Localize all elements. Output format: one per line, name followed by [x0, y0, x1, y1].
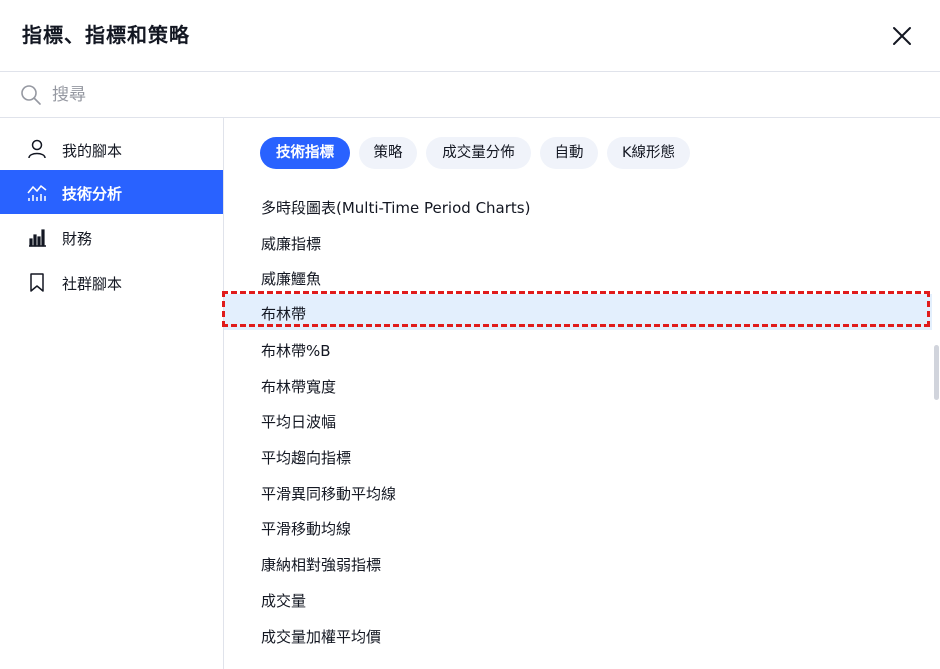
sidebar-item-label: 技術分析 [62, 185, 123, 203]
list-item-label: 成交量加權平均價 [261, 628, 382, 646]
chart-line-icon [27, 184, 47, 201]
list-item-label: 布林帶 [261, 305, 307, 323]
list-item[interactable]: 平滑異同移動平均線 [224, 474, 932, 510]
dialog-header: 指標、指標和策略 [0, 0, 940, 72]
list-item-selected[interactable]: 布林帶 [224, 294, 932, 330]
sidebar-item-my-scripts[interactable]: 我的腳本 [0, 127, 223, 171]
indicators-dialog: 指標、指標和策略 我的腳本 技術分析 [0, 0, 940, 669]
search-input[interactable] [50, 80, 914, 110]
list-item-label: 威廉指標 [261, 235, 322, 253]
sidebar-item-community-scripts[interactable]: 社群腳本 [0, 260, 223, 304]
sidebar-item-label: 財務 [62, 230, 93, 248]
list-item-label: 成交量 [261, 592, 307, 610]
indicator-panel: 技術指標 策略 成交量分佈 自動 K線形態 多時段圖表(Multi-Time P… [224, 118, 940, 669]
dialog-title: 指標、指標和策略 [22, 23, 190, 47]
tab-candlestick-patterns[interactable]: K線形態 [607, 137, 690, 169]
list-item-label: 威廉鱷魚 [261, 270, 322, 288]
tab-technical-indicators[interactable]: 技術指標 [260, 137, 350, 169]
list-item[interactable]: 平均趨向指標 [224, 438, 932, 474]
list-item[interactable]: 成交量加權平均價 [224, 617, 932, 653]
list-item[interactable]: 布林帶%B [224, 331, 932, 367]
list-item[interactable]: 威廉鱷魚 [224, 259, 932, 295]
list-item-label: 平滑異同移動平均線 [261, 485, 397, 503]
list-item[interactable]: 康納相對強弱指標 [224, 545, 932, 581]
tab-strategies[interactable]: 策略 [359, 137, 417, 169]
bar-chart-icon [29, 229, 46, 247]
list-item-label: 平均日波幅 [261, 413, 337, 431]
sidebar-item-financials[interactable]: 財務 [0, 215, 223, 259]
sidebar-item-label: 我的腳本 [62, 142, 123, 160]
user-icon [28, 139, 46, 159]
sidebar-item-label: 社群腳本 [62, 275, 123, 293]
search-icon [21, 85, 41, 105]
tab-auto[interactable]: 自動 [540, 137, 598, 169]
close-button[interactable] [886, 20, 918, 52]
indicator-list: 多時段圖表(Multi-Time Period Charts) 威廉指標 威廉鱷… [224, 170, 940, 669]
list-scrollbar[interactable] [934, 345, 939, 400]
list-item-label: 布林帶%B [261, 342, 331, 360]
close-icon [893, 27, 911, 45]
sidebar-item-technical-analysis[interactable]: 技術分析 [0, 170, 223, 214]
list-item[interactable]: 成交量 [224, 581, 932, 617]
list-item[interactable]: 布林帶寬度 [224, 367, 932, 403]
list-item[interactable]: 威廉指標 [224, 224, 932, 260]
list-item-label: 多時段圖表(Multi-Time Period Charts) [261, 199, 531, 217]
list-item[interactable]: 平均日波幅 [224, 402, 932, 438]
search-bar [0, 72, 940, 118]
list-item[interactable]: 平滑移動均線 [224, 509, 932, 545]
list-item-label: 康納相對強弱指標 [261, 556, 382, 574]
tab-volume-profile[interactable]: 成交量分佈 [426, 137, 531, 169]
list-item-label: 平均趨向指標 [261, 449, 352, 467]
list-item-label: 布林帶寬度 [261, 378, 337, 396]
category-sidebar: 我的腳本 技術分析 財務 社群腳本 [0, 118, 224, 669]
list-item[interactable]: 多時段圖表(Multi-Time Period Charts) [224, 188, 932, 224]
list-item-label: 平滑移動均線 [261, 520, 352, 538]
bookmark-icon [30, 273, 44, 292]
